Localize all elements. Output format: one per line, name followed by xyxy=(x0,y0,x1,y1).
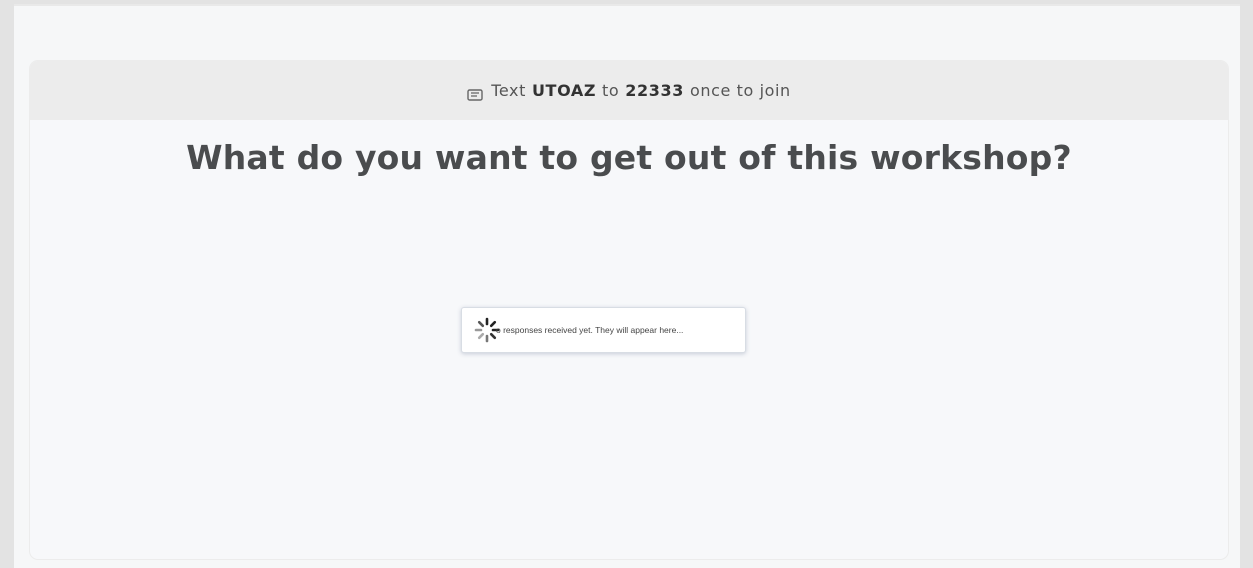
join-instructions-bar: Text UTOAZ to 22333 once to join xyxy=(30,61,1228,120)
responses-empty-message: o responses received yet. They will appe… xyxy=(496,325,684,335)
phone-icon xyxy=(467,86,483,101)
presentation-frame: Text UTOAZ to 22333 once to join What do… xyxy=(14,4,1240,568)
join-number: 22333 xyxy=(625,81,684,100)
question-title: What do you want to get out of this work… xyxy=(186,138,1072,177)
poll-card: Text UTOAZ to 22333 once to join What do… xyxy=(30,61,1228,559)
join-prefix-text: Text xyxy=(491,81,526,100)
responses-placeholder: o responses received yet. They will appe… xyxy=(461,307,746,353)
join-code: UTOAZ xyxy=(531,81,597,100)
join-suffix-text: once to join xyxy=(689,81,791,100)
join-middle-text: to xyxy=(602,81,620,100)
